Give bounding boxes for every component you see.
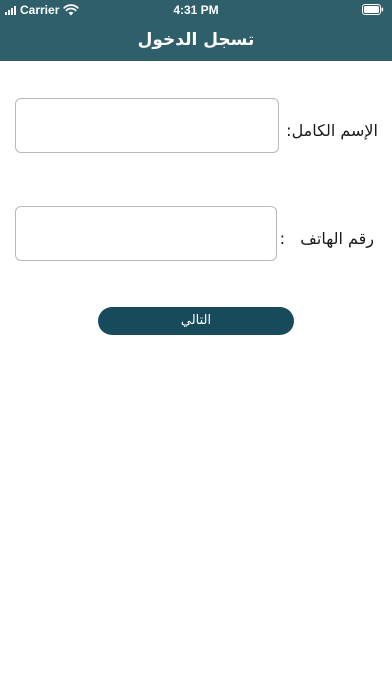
phone-label-text: رقم الهاتف : <box>279 229 374 248</box>
status-bar: Carrier 4:31 PM <box>0 0 392 20</box>
phone-input[interactable] <box>15 206 277 261</box>
next-button[interactable]: التالي <box>98 307 294 335</box>
status-time: 4:31 PM <box>173 3 219 17</box>
battery-icon <box>362 4 384 15</box>
page-title: تسجل الدخول <box>137 30 255 50</box>
navigation-header: Carrier 4:31 PM تسجل الدخول <box>0 0 392 61</box>
fullname-input[interactable] <box>15 98 279 153</box>
phone-label: رقم الهاتف : <box>280 228 374 250</box>
fullname-label: الإسم الكامل: <box>286 121 378 140</box>
